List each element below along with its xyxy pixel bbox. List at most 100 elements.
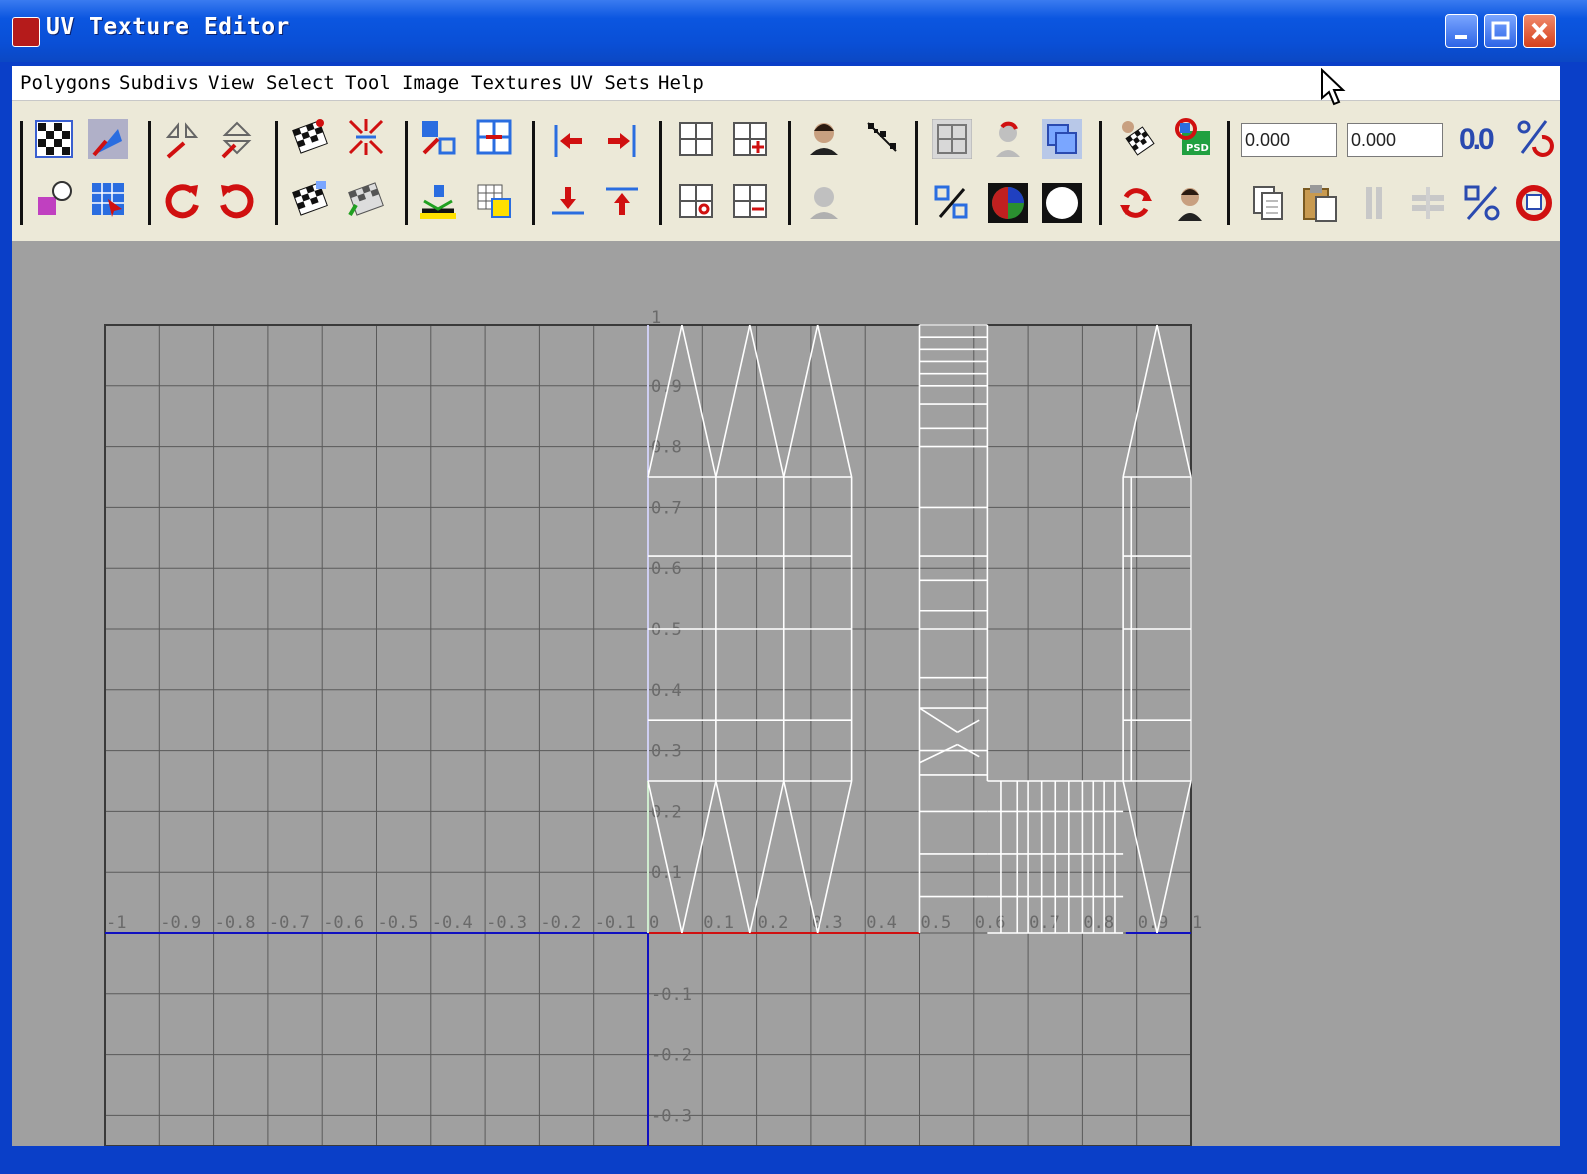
copy-uvs-icon[interactable] — [730, 119, 770, 159]
move-sew-icon[interactable] — [290, 179, 330, 219]
close-button[interactable] — [1523, 14, 1556, 48]
grid-uvs-icon[interactable] — [474, 181, 514, 221]
uv-lattice-icon[interactable] — [34, 179, 74, 219]
minimize-button[interactable] — [1445, 14, 1478, 48]
uv-toolbar: PSD 0.000 0.000 0.0 — [12, 101, 1560, 241]
toolbar-separator — [659, 121, 662, 225]
uv-edge — [749, 780, 785, 934]
isolate-select-icon[interactable] — [804, 117, 844, 157]
u-axis-label: -0.5 — [378, 913, 419, 933]
u-axis-label: -0.8 — [215, 913, 256, 933]
menu-image[interactable]: Image — [402, 72, 459, 94]
precision-label[interactable]: 0.0 — [1459, 123, 1495, 157]
psd-network-icon[interactable]: PSD — [1172, 117, 1212, 157]
toolbar-separator — [1227, 121, 1230, 225]
uv-edge — [782, 324, 819, 478]
uv-edge — [715, 780, 751, 934]
menu-help[interactable]: Help — [658, 72, 704, 94]
u-axis-label: 0.2 — [758, 913, 789, 933]
rotate-ccw-icon[interactable] — [162, 181, 202, 221]
toolbar-separator — [148, 121, 151, 225]
split-uvs-icon[interactable] — [474, 117, 514, 157]
uv-edge — [957, 719, 980, 734]
u-axis-label: 1 — [1192, 913, 1202, 933]
image-ratio-icon[interactable] — [1116, 117, 1156, 157]
u-axis-label: -0.6 — [323, 913, 364, 933]
v-axis-label: 1 — [651, 308, 661, 328]
uv-grid-canvas[interactable]: -1 -0.9 -0.8 -0.7 -0.6 -0.5 -0.4 -0.3 -0.2 -0.1 0 0… — [12, 241, 1560, 1146]
u-axis-label: -0.1 — [595, 913, 636, 933]
checker-display-icon[interactable] — [34, 119, 74, 159]
menu-subdivs[interactable]: Subdivs — [119, 72, 199, 94]
align-top-icon[interactable] — [602, 181, 642, 221]
layout-uvs-icon[interactable] — [346, 179, 386, 219]
uv-viewport[interactable]: -1 -0.9 -0.8 -0.7 -0.6 -0.5 -0.4 -0.3 -0.2 -0.1 0 0… — [12, 241, 1560, 1146]
snap-uvs-icon[interactable] — [1462, 183, 1502, 223]
copy-icon[interactable] — [1248, 183, 1288, 223]
v-value-field[interactable]: 0.000 — [1347, 123, 1443, 157]
pixel-snap-icon[interactable] — [988, 119, 1028, 159]
align-left-icon[interactable] — [548, 121, 588, 161]
u-value-field[interactable]: 0.000 — [1241, 123, 1337, 157]
paste-v-icon[interactable] — [1408, 183, 1448, 223]
delete-uvs-icon[interactable] — [730, 181, 770, 221]
uv-edge — [816, 780, 853, 934]
paste-icon[interactable] — [1300, 183, 1340, 223]
u-axis-label: -1 — [106, 913, 126, 933]
v-axis-label: 0.4 — [651, 681, 682, 701]
flip-uv-icon[interactable] — [88, 119, 128, 159]
toolbar-separator — [20, 121, 23, 225]
paste-uvs-icon[interactable] — [676, 181, 716, 221]
texture-borders-icon[interactable] — [932, 183, 972, 223]
menu-textures[interactable]: Textures — [471, 72, 563, 94]
u-axis-label: 0.4 — [866, 913, 897, 933]
menu-view[interactable]: View — [208, 72, 254, 94]
v-axis-label: 0.5 — [651, 620, 682, 640]
select-uv-shell-icon[interactable] — [88, 179, 128, 219]
cycle-uvs-icon[interactable] — [1514, 183, 1554, 223]
update-psd-icon[interactable] — [1116, 183, 1156, 223]
display-image-icon[interactable] — [1170, 183, 1210, 223]
maximize-icon — [1491, 21, 1510, 40]
menu-select[interactable]: Select — [266, 72, 335, 94]
toolbar-separator — [1099, 121, 1102, 225]
flip-u-icon[interactable] — [162, 119, 202, 159]
svg-text:PSD: PSD — [1186, 143, 1209, 154]
isolate-add-icon[interactable] — [804, 181, 844, 221]
u-axis-label: 0.8 — [1083, 913, 1114, 933]
uv-edge — [1156, 780, 1192, 934]
uv-edge — [919, 707, 958, 734]
cut-uv-edges-icon[interactable] — [290, 117, 330, 157]
maximize-button[interactable] — [1484, 14, 1517, 48]
uv-edge — [749, 324, 785, 478]
menu-uv-sets[interactable]: UV Sets — [570, 72, 650, 94]
uv-edge — [782, 780, 819, 934]
toolbar-separator — [275, 121, 278, 225]
toolbar-separator — [405, 121, 408, 225]
minimize-icon — [1455, 35, 1467, 39]
alpha-channel-icon[interactable] — [1042, 183, 1082, 223]
menu-tool[interactable]: Tool — [345, 72, 391, 94]
v-axis-label: 0.7 — [651, 498, 682, 518]
shaded-uv-icon[interactable] — [1042, 119, 1082, 159]
uv-texture-editor-window: UV Texture Editor Polygons Subdivs View … — [0, 0, 1587, 1174]
move-uv-shell-icon[interactable] — [418, 117, 458, 157]
rgb-channels-icon[interactable] — [988, 183, 1028, 223]
dither-icon[interactable] — [862, 117, 902, 157]
toolbar-separator — [532, 121, 535, 225]
mouse-cursor — [1321, 68, 1346, 106]
uv-grid-icon[interactable] — [676, 119, 716, 159]
v-axis-label: -0.3 — [651, 1106, 692, 1126]
relative-transform-icon[interactable] — [1514, 117, 1554, 157]
title-bar[interactable]: UV Texture Editor — [0, 0, 1587, 62]
align-right-icon[interactable] — [602, 121, 642, 161]
toggle-grid-icon[interactable] — [932, 119, 972, 159]
sew-uv-edges-icon[interactable] — [346, 117, 386, 157]
paste-u-icon[interactable] — [1354, 183, 1394, 223]
flip-v-icon[interactable] — [217, 119, 257, 159]
close-icon — [1531, 22, 1548, 40]
rotate-cw-icon[interactable] — [217, 181, 257, 221]
unfold-uvs-icon[interactable] — [418, 181, 458, 221]
menu-polygons[interactable]: Polygons — [20, 72, 112, 94]
align-bottom-icon[interactable] — [548, 181, 588, 221]
